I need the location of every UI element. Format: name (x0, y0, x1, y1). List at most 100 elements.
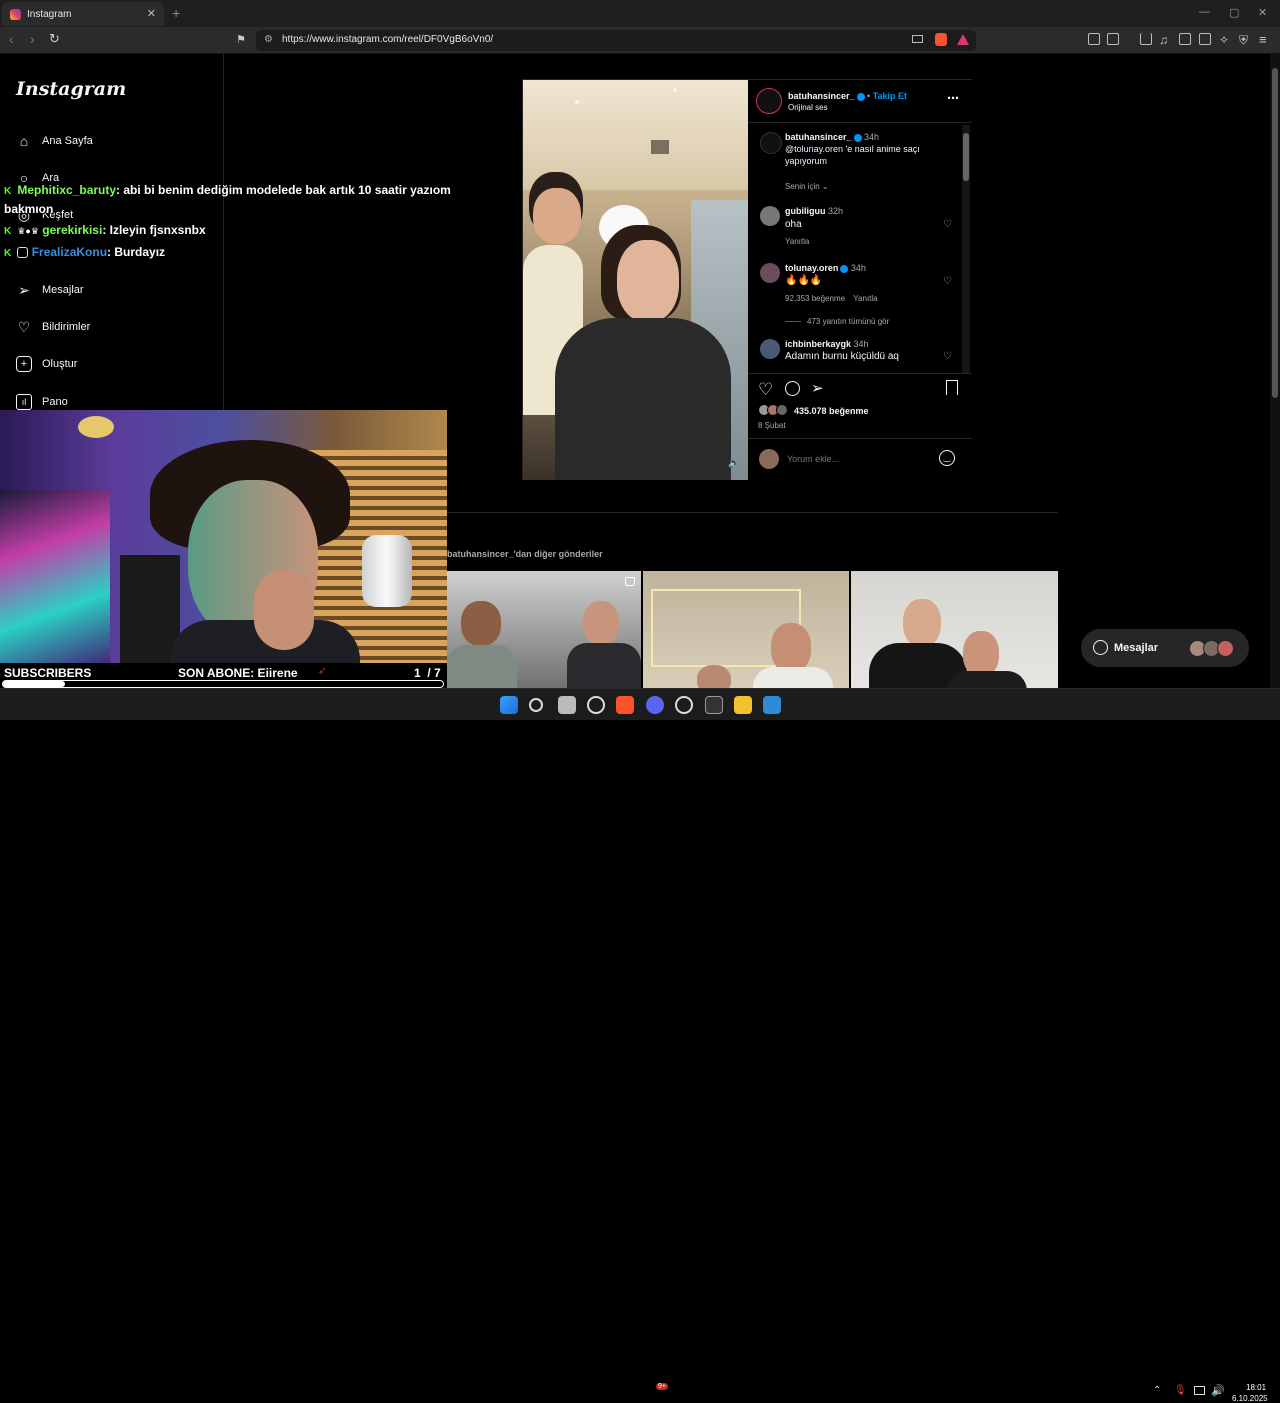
view-replies[interactable]: 473 yanıtın tümünü gör (785, 317, 889, 326)
likers-avatars[interactable] (758, 404, 794, 418)
like-icon[interactable]: ♡ (758, 380, 773, 400)
reel-video[interactable]: 🔈 (523, 80, 748, 480)
messenger-icon (1093, 640, 1108, 655)
url-bar[interactable]: ⚙ https://www.instagram.com/reel/DF0VgB6… (256, 30, 976, 51)
downloads-icon[interactable] (1140, 33, 1152, 45)
back-icon[interactable]: ‹ (9, 31, 14, 47)
commenter-avatar[interactable] (760, 339, 780, 359)
comment-like-icon[interactable]: ♡ (943, 219, 952, 230)
volume-icon[interactable]: 🔊 (1211, 1384, 1225, 1397)
commenter-avatar[interactable] (760, 263, 780, 283)
mute-icon[interactable]: 🔈 (728, 458, 740, 469)
sponsor-logo-icon: ➶ (318, 666, 327, 677)
extensions-icon[interactable] (1088, 33, 1100, 45)
commenter-avatar[interactable] (760, 206, 780, 226)
display-icon[interactable] (1194, 1386, 1205, 1395)
sidebar-item-messages[interactable]: ➢ Mesajlar (16, 282, 83, 298)
verified-icon (853, 133, 862, 142)
chat-message: K FrealizaKonu: Burdayız (4, 245, 165, 259)
comment-like-icon[interactable]: ♡ (943, 276, 952, 287)
steam-icon[interactable] (675, 696, 693, 714)
reload-icon[interactable]: ↻ (49, 31, 60, 47)
audio-label[interactable]: Orijinal ses (788, 103, 828, 112)
vpn-icon[interactable]: ⛨ (1239, 33, 1248, 48)
post-thumbnail[interactable] (851, 571, 1058, 689)
author-username[interactable]: batuhansincer_ (788, 91, 855, 101)
maximize-window-icon[interactable]: ▢ (1229, 6, 1239, 19)
mention-link[interactable]: @tolunay.oren (785, 144, 843, 154)
url-text[interactable]: https://www.instagram.com/reel/DF0VgB6oV… (282, 34, 493, 45)
minimize-window-icon[interactable]: — (1199, 6, 1210, 18)
start-icon[interactable] (500, 696, 518, 714)
reply-button[interactable]: Yanıtla (853, 294, 877, 303)
heart-icon: ♡ (17, 318, 31, 335)
site-settings-icon[interactable]: ⚙ (264, 34, 273, 45)
like-count[interactable]: 435.078 beğenme (794, 406, 869, 416)
microphone (362, 535, 412, 607)
emoji-icon[interactable]: ‿ (939, 450, 955, 466)
chat-username: Mephitixc_baruty (17, 183, 117, 197)
comment-like-icon[interactable]: ♡ (943, 351, 952, 362)
clock-date[interactable]: 6.10.2025 (1232, 1394, 1268, 1403)
chat-text: : Burdayız (107, 245, 166, 259)
home-icon: ⌂ (19, 133, 29, 149)
comments-scrollbar[interactable] (962, 125, 970, 373)
post-thumbnail[interactable] (643, 571, 849, 689)
author-avatar[interactable] (756, 88, 782, 114)
webcam-overlay (0, 410, 447, 663)
cast-icon[interactable] (912, 35, 923, 43)
caption-time: 34h (864, 132, 880, 142)
person-shirt (947, 671, 1027, 689)
sidebar-toggle-icon[interactable] (1179, 33, 1191, 45)
epic-games-icon[interactable] (705, 696, 723, 714)
app-icon[interactable] (763, 696, 781, 714)
brave-browser-icon[interactable] (616, 696, 634, 714)
instagram-logo[interactable]: Instagram (16, 78, 126, 100)
file-explorer-icon[interactable] (734, 696, 752, 714)
share-icon[interactable]: ➢ (811, 379, 824, 397)
menu-icon[interactable]: ≡ (1259, 32, 1267, 47)
search-icon[interactable] (529, 698, 543, 712)
caption-avatar[interactable] (760, 132, 782, 154)
comment-sort[interactable]: Senin için ⌄ (785, 182, 829, 191)
brave-shields-icon[interactable] (935, 33, 947, 46)
comment-icon[interactable] (785, 381, 800, 396)
messages-pill[interactable]: Mesajlar (1081, 629, 1249, 667)
reply-button[interactable]: Yanıtla (785, 237, 809, 246)
leo-ai-icon[interactable]: ✧ (1219, 33, 1229, 47)
more-options-icon[interactable]: ⋯ (947, 91, 959, 105)
person-face (461, 601, 501, 646)
page-scrollbar-thumb[interactable] (1272, 68, 1278, 398)
microphone-icon[interactable]: 🎙 (1174, 1385, 1187, 1396)
sidebar-item-notifications[interactable]: ♡ Bildirimler (16, 318, 91, 335)
wallet-icon[interactable] (1199, 33, 1211, 45)
bookmark-icon[interactable]: ⚑ (236, 33, 246, 46)
clock-time[interactable]: 18:01 (1246, 1383, 1266, 1392)
chat-username: FrealizaKonu (31, 245, 108, 259)
close-tab-icon[interactable]: ✕ (147, 7, 156, 20)
save-icon[interactable] (946, 380, 958, 395)
chatgpt-icon[interactable] (587, 696, 605, 714)
sidebar-item-dashboard[interactable]: ıl Pano (16, 394, 68, 410)
comment-input[interactable] (787, 452, 927, 466)
task-view-icon[interactable] (558, 696, 576, 714)
sidebar-item-home[interactable]: ⌂ Ana Sayfa (16, 133, 93, 149)
sidebar-item-create[interactable]: + Oluştur (16, 356, 77, 372)
discord-icon[interactable] (646, 696, 664, 714)
wallet-extension-icon[interactable] (1107, 33, 1119, 45)
system-tray-chevron-icon[interactable]: ⌃ (1153, 1385, 1161, 1396)
comment-text: oha (785, 219, 802, 230)
brave-rewards-icon[interactable] (957, 34, 969, 45)
post-thumbnail[interactable] (447, 571, 641, 689)
comment-likes[interactable]: 92,353 beğenme (785, 294, 845, 303)
browser-tab-instagram[interactable]: Instagram ✕ (2, 2, 164, 26)
caption-username[interactable]: batuhansincer_ (785, 132, 852, 142)
new-tab-button[interactable]: + (172, 5, 180, 21)
more-posts-label[interactable]: batuhansincer_'dan diğer gönderiler (447, 549, 603, 559)
page-scrollbar[interactable] (1270, 54, 1280, 688)
comment-text: Adamın burnu küçüldü aq (785, 351, 899, 362)
follow-button[interactable]: Takip Et (873, 91, 907, 101)
close-window-icon[interactable]: ✕ (1258, 6, 1267, 19)
forward-icon[interactable]: › (30, 31, 35, 47)
media-icon[interactable]: ♫ (1159, 33, 1168, 47)
